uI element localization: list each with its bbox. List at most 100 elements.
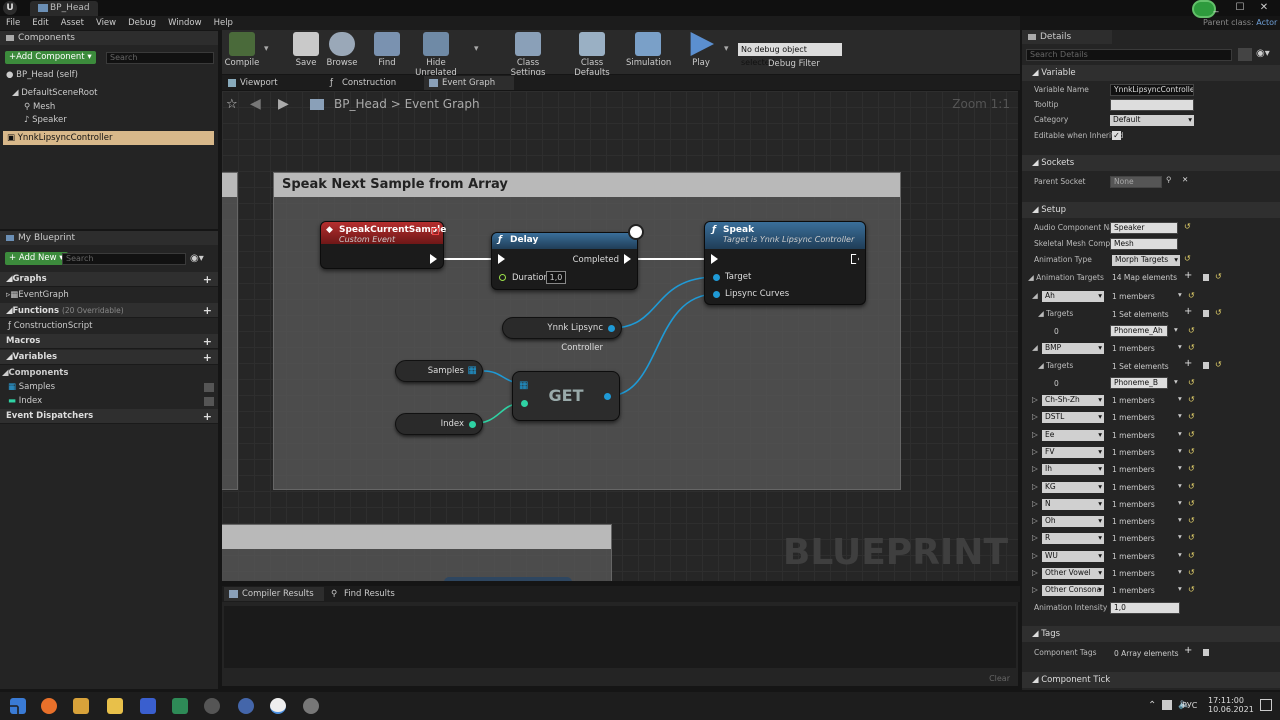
reset-icon[interactable]: ↺ xyxy=(1215,360,1222,369)
event-delegate-pin[interactable] xyxy=(432,228,439,235)
reset-icon[interactable]: ↺ xyxy=(1188,326,1195,335)
chevron-down-icon[interactable]: ▾ xyxy=(1178,584,1182,593)
expand-arrow-icon[interactable]: ▷ xyxy=(1032,447,1038,456)
expand-arrow-icon[interactable]: ▷ xyxy=(1032,499,1038,508)
expand-arrow-icon[interactable]: ▷ xyxy=(1032,464,1038,473)
map-key[interactable]: Ee xyxy=(1042,429,1104,441)
samples-variable-node[interactable]: Samples ▦ xyxy=(395,360,483,382)
map-key[interactable]: Ih xyxy=(1042,464,1104,476)
menu-asset[interactable]: Asset xyxy=(61,16,84,30)
duration-pin[interactable] xyxy=(499,274,506,281)
expand-arrow-icon[interactable]: ▷ xyxy=(1032,585,1038,594)
expand-arrow-icon[interactable]: ▷ xyxy=(1032,395,1038,404)
event-exec-out-pin[interactable] xyxy=(430,254,437,265)
delay-completed-pin[interactable] xyxy=(624,254,631,265)
editable-checkbox[interactable]: ✓ xyxy=(1112,131,1121,140)
tab-construction-script[interactable]: ƒConstruction Scrip xyxy=(324,76,420,102)
duration-input[interactable]: 1,0 xyxy=(546,271,566,284)
hide-unrelated-button[interactable]: Hide Unrelated xyxy=(408,32,464,78)
animation-intensity-field[interactable]: 1,0 xyxy=(1110,602,1180,614)
chevron-down-icon[interactable]: ▾ xyxy=(1178,394,1182,403)
get-index-in-pin[interactable] xyxy=(521,400,528,407)
components-search-input[interactable]: Search xyxy=(106,52,214,64)
graph-canvas[interactable]: ☆ ◀ ▶ BP_Head > Event Graph Zoom 1:1 Spe… xyxy=(222,91,1018,581)
chevron-down-icon[interactable]: ▾ xyxy=(1178,532,1182,541)
component-tick-section[interactable]: ◢ Component Tick xyxy=(1022,672,1280,688)
menu-help[interactable]: Help xyxy=(214,16,233,30)
tab-viewport[interactable]: Viewport xyxy=(222,76,320,90)
blueprint-search-input[interactable]: Search xyxy=(62,253,186,265)
expand-arrow-icon[interactable]: ▷ xyxy=(1032,533,1038,542)
expand-arrow-icon[interactable]: ▷ xyxy=(1032,430,1038,439)
reset-icon[interactable]: ↺ xyxy=(1188,430,1195,439)
chevron-down-icon[interactable]: ▾ xyxy=(1178,481,1182,490)
add-graph-icon[interactable]: + xyxy=(203,272,212,287)
unreal-logo-icon[interactable]: U xyxy=(3,1,17,15)
reset-icon[interactable]: ↺ xyxy=(1188,533,1195,542)
expand-arrow-icon[interactable]: ▷ xyxy=(1032,516,1038,525)
animation-type-select[interactable]: Morph Targets xyxy=(1112,255,1180,266)
clear-icon[interactable]: ✕ xyxy=(1182,175,1188,184)
clear-button[interactable]: Clear xyxy=(989,674,1010,683)
variable-samples[interactable]: ▦ Samples xyxy=(8,380,214,394)
reset-icon[interactable]: ↺ xyxy=(1184,222,1191,231)
map-key[interactable]: Ch-Sh-Zh xyxy=(1042,395,1104,406)
add-element-icon[interactable]: + xyxy=(1184,645,1192,656)
expand-arrow-icon[interactable]: ◢ xyxy=(1032,291,1038,300)
chevron-down-icon[interactable]: ▾ xyxy=(1174,377,1178,386)
map-key[interactable]: R xyxy=(1042,533,1104,545)
speak-curves-pin[interactable] xyxy=(713,291,720,298)
start-icon[interactable] xyxy=(10,698,26,714)
minimize-button[interactable]: _ xyxy=(1204,0,1228,16)
property-matrix-icon[interactable] xyxy=(1238,48,1252,61)
reset-icon[interactable]: ↺ xyxy=(1188,378,1195,387)
bmp-target-field[interactable]: Phoneme_B xyxy=(1110,377,1168,389)
play-options-icon[interactable]: ▾ xyxy=(724,44,729,54)
trash-icon[interactable] xyxy=(1203,362,1209,369)
reset-icon[interactable]: ↺ xyxy=(1188,482,1195,491)
parent-class-link[interactable]: Actor xyxy=(1256,18,1277,27)
component-self[interactable]: ● BP_Head (self) xyxy=(6,68,78,82)
array-get-node[interactable]: GET ▦ xyxy=(512,371,620,421)
map-key[interactable]: N xyxy=(1042,498,1104,510)
reset-icon[interactable]: ↺ xyxy=(1184,254,1191,263)
chevron-down-icon[interactable]: ▾ xyxy=(1178,550,1182,559)
variable-name-field[interactable]: YnnkLipsyncController xyxy=(1110,84,1194,96)
reset-icon[interactable]: ↺ xyxy=(1188,568,1195,577)
event-node-speak-current-sample[interactable]: ◆ SpeakCurrentSample Custom Event xyxy=(320,221,446,269)
reset-icon[interactable]: ↺ xyxy=(1188,395,1195,404)
chevron-down-icon[interactable]: ▾ xyxy=(1178,463,1182,472)
map-key[interactable]: FV xyxy=(1042,446,1104,458)
dispatchers-section[interactable]: Event Dispatchers + xyxy=(0,409,218,424)
add-element-icon[interactable]: + xyxy=(1184,306,1192,317)
add-new-button[interactable]: + Add New ▾ xyxy=(5,252,68,265)
notification-icon[interactable] xyxy=(1260,699,1272,711)
expand-arrow-icon[interactable]: ◢ xyxy=(1032,343,1038,352)
add-macro-icon[interactable]: + xyxy=(203,334,212,349)
map-key[interactable]: Oh xyxy=(1042,516,1104,528)
reset-icon[interactable]: ↺ xyxy=(1188,412,1195,421)
save-disk-icon[interactable] xyxy=(140,698,156,714)
tab-event-graph[interactable]: Event Graph xyxy=(424,76,514,90)
chevron-down-icon[interactable]: ▾ xyxy=(1178,342,1182,351)
add-element-icon[interactable]: + xyxy=(1184,358,1192,369)
map-key[interactable]: DSTL xyxy=(1042,412,1104,424)
index-variable-node[interactable]: Index xyxy=(395,413,483,435)
reset-icon[interactable]: ↺ xyxy=(1215,308,1222,317)
chevron-down-icon[interactable]: ▾ xyxy=(1178,290,1182,299)
reset-icon[interactable]: ↺ xyxy=(1188,464,1195,473)
chevron-down-icon[interactable]: ▾ xyxy=(1178,498,1182,507)
trash-icon[interactable] xyxy=(1203,649,1209,656)
component-default-scene-root[interactable]: ◢ DefaultSceneRoot xyxy=(12,86,97,100)
variable-section[interactable]: ◢ Variable xyxy=(1022,65,1280,81)
expand-arrow-icon[interactable]: ▷ xyxy=(1032,412,1038,421)
class-settings-button[interactable]: Class Settings xyxy=(500,32,556,78)
firefox-icon[interactable] xyxy=(41,698,57,714)
index-variable-pin[interactable] xyxy=(469,421,476,428)
component-lipsync-controller[interactable]: ▣ YnnkLipsyncController xyxy=(3,131,214,145)
add-component-button[interactable]: +Add Component ▾ xyxy=(5,51,96,64)
trash-icon[interactable] xyxy=(1203,274,1209,281)
find-button[interactable]: Find xyxy=(372,32,402,68)
media-player-icon[interactable] xyxy=(73,698,89,714)
owl-icon[interactable] xyxy=(204,698,220,714)
